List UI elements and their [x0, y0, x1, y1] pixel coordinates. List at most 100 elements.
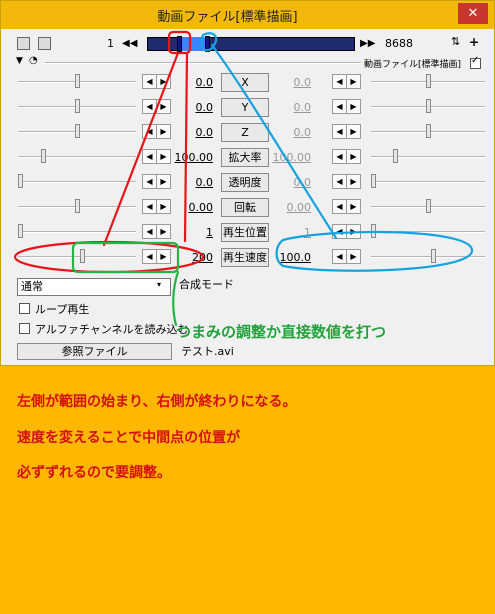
dropdown-arrow-icon[interactable]: ▾ [157, 280, 161, 289]
end-value-input[interactable]: 0.00 [271, 201, 312, 214]
start-slider-knob[interactable] [18, 174, 23, 188]
end-value-input[interactable]: 0.0 [271, 76, 312, 89]
range-end-handle[interactable] [205, 36, 210, 52]
start-slider-track[interactable] [18, 156, 136, 158]
param-label-button[interactable]: Z [221, 123, 269, 142]
end-stepper[interactable]: ◀ ▶ [332, 74, 361, 89]
end-value-input[interactable]: 100.0 [271, 251, 312, 264]
end-value-input[interactable]: 0.0 [271, 176, 312, 189]
start-slider-knob[interactable] [74, 99, 80, 113]
end-slider-knob[interactable] [430, 249, 436, 263]
blend-mode-select[interactable]: 通常 [17, 278, 171, 296]
increment-icon[interactable]: ▶ [157, 225, 170, 238]
increment-icon[interactable]: ▶ [157, 200, 170, 213]
end-stepper[interactable]: ◀ ▶ [332, 149, 361, 164]
start-value-input[interactable]: 0.00 [173, 201, 214, 214]
start-stepper[interactable]: ◀ ▶ [142, 99, 171, 114]
param-label-button[interactable]: 回転 [221, 198, 269, 217]
decrement-icon[interactable]: ◀ [143, 150, 157, 163]
decrement-icon[interactable]: ◀ [333, 250, 347, 263]
end-slider-track[interactable] [371, 156, 485, 158]
end-value-input[interactable]: 100.00 [271, 151, 312, 164]
increment-icon[interactable]: ▶ [347, 150, 360, 163]
loop-checkbox[interactable] [19, 303, 30, 314]
start-stepper[interactable]: ◀ ▶ [142, 149, 171, 164]
prev-frame-button[interactable]: ◀◀ [122, 38, 137, 49]
increment-icon[interactable]: ▶ [347, 225, 360, 238]
start-value-input[interactable]: 0.0 [173, 76, 214, 89]
start-slider-track[interactable] [18, 231, 136, 233]
start-slider-knob[interactable] [40, 149, 46, 163]
next-frame-button[interactable]: ▶▶ [360, 38, 375, 49]
start-stepper[interactable]: ◀ ▶ [142, 124, 171, 139]
increment-icon[interactable]: ▶ [157, 125, 170, 138]
increment-icon[interactable]: ▶ [347, 100, 360, 113]
title-bar[interactable]: 動画ファイル[標準描画] ✕ [1, 1, 494, 29]
start-slider-knob[interactable] [74, 199, 80, 213]
decrement-icon[interactable]: ◀ [143, 225, 157, 238]
start-value-input[interactable]: 0.0 [173, 126, 214, 139]
param-label-button[interactable]: 拡大率 [221, 148, 269, 167]
end-stepper[interactable]: ◀ ▶ [332, 99, 361, 114]
decrement-icon[interactable]: ◀ [333, 175, 347, 188]
start-value-input[interactable]: 1 [173, 226, 213, 239]
decrement-icon[interactable]: ◀ [333, 150, 347, 163]
decrement-icon[interactable]: ◀ [143, 200, 157, 213]
end-value-input[interactable]: 0.0 [271, 101, 312, 114]
increment-icon[interactable]: ▶ [157, 250, 170, 263]
start-slider-knob[interactable] [18, 224, 23, 238]
alpha-checkbox[interactable] [19, 323, 30, 334]
param-label-button[interactable]: 再生位置 [221, 223, 269, 242]
start-value-input[interactable]: 200 [173, 251, 213, 264]
start-value-input[interactable]: 0.0 [173, 176, 214, 189]
increment-icon[interactable]: ▶ [347, 75, 360, 88]
decrement-icon[interactable]: ◀ [333, 75, 347, 88]
increment-icon[interactable]: ▶ [157, 150, 170, 163]
decrement-icon[interactable]: ◀ [333, 200, 347, 213]
link-icon[interactable]: ⇅ [451, 35, 460, 48]
add-filter-icon[interactable]: + [469, 35, 479, 49]
start-stepper[interactable]: ◀ ▶ [142, 224, 171, 239]
start-stepper[interactable]: ◀ ▶ [142, 199, 171, 214]
start-stepper[interactable]: ◀ ▶ [142, 174, 171, 189]
decrement-icon[interactable]: ◀ [143, 250, 157, 263]
end-slider-knob[interactable] [392, 149, 398, 163]
end-stepper[interactable]: ◀ ▶ [332, 249, 361, 264]
increment-icon[interactable]: ▶ [347, 200, 360, 213]
start-slider-knob[interactable] [74, 124, 80, 138]
increment-icon[interactable]: ▶ [347, 175, 360, 188]
end-slider-knob[interactable] [371, 174, 376, 188]
start-slider-knob[interactable] [74, 74, 80, 88]
decrement-icon[interactable]: ◀ [143, 100, 157, 113]
close-button[interactable]: ✕ [458, 3, 488, 24]
increment-icon[interactable]: ▶ [157, 100, 170, 113]
end-slider-knob[interactable] [425, 99, 431, 113]
end-slider-knob[interactable] [371, 224, 376, 238]
end-slider-track[interactable] [371, 256, 485, 258]
end-value-input[interactable]: 0.0 [271, 126, 312, 139]
decrement-icon[interactable]: ◀ [333, 100, 347, 113]
end-stepper[interactable]: ◀ ▶ [332, 174, 361, 189]
increment-icon[interactable]: ▶ [347, 125, 360, 138]
param-label-button[interactable]: 再生速度 [221, 248, 269, 267]
end-slider-track[interactable] [371, 231, 485, 233]
collapse-icon[interactable]: ▼ [16, 56, 23, 66]
end-slider-knob[interactable] [425, 199, 431, 213]
camera-control-icon[interactable]: ◔ [29, 55, 38, 66]
start-slider-track[interactable] [18, 181, 136, 183]
end-value-input[interactable]: 1 [271, 226, 311, 239]
param-label-button[interactable]: Y [221, 98, 269, 117]
decrement-icon[interactable]: ◀ [143, 175, 157, 188]
start-stepper[interactable]: ◀ ▶ [142, 74, 171, 89]
decrement-icon[interactable]: ◀ [333, 225, 347, 238]
range-start-handle[interactable] [177, 36, 182, 52]
param-label-button[interactable]: 透明度 [221, 173, 269, 192]
browse-file-button[interactable]: 参照ファイル [17, 343, 172, 360]
increment-icon[interactable]: ▶ [157, 75, 170, 88]
decrement-icon[interactable]: ◀ [143, 75, 157, 88]
increment-icon[interactable]: ▶ [157, 175, 170, 188]
start-stepper[interactable]: ◀ ▶ [142, 249, 171, 264]
marker-icon[interactable] [17, 37, 30, 50]
start-value-input[interactable]: 100.00 [173, 151, 214, 164]
end-slider-knob[interactable] [425, 74, 431, 88]
